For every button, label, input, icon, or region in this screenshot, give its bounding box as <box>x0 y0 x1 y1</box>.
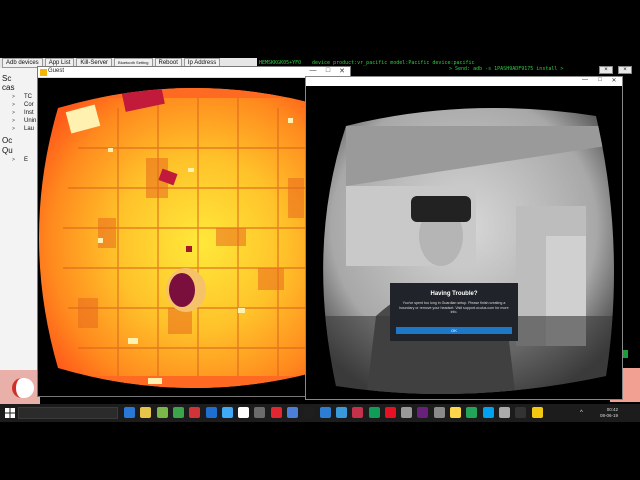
panel-item[interactable]: Oc <box>2 136 12 145</box>
window-icon <box>40 69 47 76</box>
taskbar-app-icon[interactable] <box>401 407 413 418</box>
console-line: > Send: adb -s 1PASH9ADF9175 install > <box>449 66 564 72</box>
camera-titlebar[interactable]: — □ ✕ <box>306 77 622 86</box>
expand-arrow-icon[interactable]: > <box>12 157 18 163</box>
taskbar-app-icon[interactable] <box>319 407 331 418</box>
taskbar-app-icon[interactable] <box>466 407 478 418</box>
camera-image <box>306 86 622 399</box>
taskbar-search-box[interactable] <box>18 407 118 419</box>
windows-start-icon[interactable] <box>5 408 15 418</box>
taskbar-app-icon[interactable] <box>254 407 266 418</box>
expand-arrow-icon[interactable]: > <box>12 94 18 100</box>
windows-taskbar: ^ 00:42 08-06-19 <box>0 404 640 422</box>
passthrough-camera-view <box>306 86 622 399</box>
having-trouble-dialog: Having Trouble? You've spent too long in… <box>390 283 518 341</box>
ok-button[interactable]: OK <box>396 327 512 334</box>
guest-window[interactable]: Guest — □ ✕ <box>37 66 351 397</box>
expand-arrow-icon[interactable]: > <box>12 126 18 132</box>
dialog-title: Having Trouble? <box>430 291 478 297</box>
taskbar-app-icon[interactable] <box>515 407 527 418</box>
panel-item[interactable]: Sc <box>2 74 11 83</box>
maximize-button[interactable]: □ <box>595 77 605 83</box>
expand-arrow-icon[interactable]: > <box>12 110 18 116</box>
guest-titlebar[interactable]: Guest — □ ✕ <box>38 67 350 78</box>
console-button-a[interactable]: × <box>599 66 613 74</box>
taskbar-app-icon[interactable] <box>238 407 250 418</box>
vr-scene-image <box>38 78 350 396</box>
taskbar-app-icon[interactable] <box>124 407 135 418</box>
taskbar-app-icon[interactable] <box>433 407 445 418</box>
maximize-button[interactable]: □ <box>323 67 333 74</box>
expand-arrow-icon[interactable]: > <box>12 118 18 124</box>
close-button[interactable]: ✕ <box>337 67 347 75</box>
minimize-button[interactable]: — <box>308 67 318 74</box>
left-command-panel: Sc cas > TC > Cor > Inst > Unin > Lau Oc… <box>0 68 38 370</box>
taskbar-app-icon[interactable] <box>384 407 396 418</box>
close-button[interactable]: ✕ <box>609 77 619 84</box>
minimize-button[interactable]: — <box>580 77 590 83</box>
taskbar-app-icon[interactable] <box>335 407 347 418</box>
taskbar-app-icon[interactable] <box>172 407 184 418</box>
tray-chevron-icon[interactable]: ^ <box>580 410 583 416</box>
panel-item[interactable]: Qu <box>2 146 13 155</box>
taskbar-app-icon[interactable] <box>482 407 494 418</box>
app-logo-area <box>0 370 40 404</box>
taskbar-app-icon[interactable] <box>531 407 543 418</box>
panel-item[interactable]: cas <box>2 83 14 92</box>
window-title: Guest <box>48 68 65 74</box>
panel-item[interactable]: Lau <box>24 125 34 134</box>
vr-view[interactable] <box>38 78 350 396</box>
taskbar-app-icon[interactable] <box>221 407 233 418</box>
taskbar-app-icon[interactable] <box>156 407 168 418</box>
expand-arrow-icon[interactable]: > <box>12 102 18 108</box>
taskbar-app-icon[interactable] <box>140 407 152 418</box>
taskbar-app-icon[interactable] <box>368 407 380 418</box>
taskbar-app-icon[interactable] <box>417 407 429 418</box>
taskbar-app-icon[interactable] <box>287 407 298 418</box>
taskbar-app-icon[interactable] <box>189 407 201 418</box>
clock-date: 08-06-19 <box>600 413 619 418</box>
dialog-message: You've spent too long in Guardian setup.… <box>399 301 509 314</box>
panel-item[interactable]: E <box>24 156 28 165</box>
taskbar-app-icon[interactable] <box>303 407 315 418</box>
app-logo <box>12 378 34 398</box>
camera-window[interactable]: — □ ✕ <box>305 76 623 400</box>
taskbar-app-icon[interactable] <box>450 407 461 418</box>
taskbar-app-icon[interactable] <box>498 407 510 418</box>
taskbar-app-icon[interactable] <box>205 407 217 418</box>
taskbar-app-icon[interactable] <box>270 407 282 418</box>
taskbar-clock[interactable]: 00:42 08-06-19 <box>600 407 618 419</box>
console-button-b[interactable]: × <box>618 66 632 74</box>
taskbar-app-icon[interactable] <box>352 407 364 418</box>
